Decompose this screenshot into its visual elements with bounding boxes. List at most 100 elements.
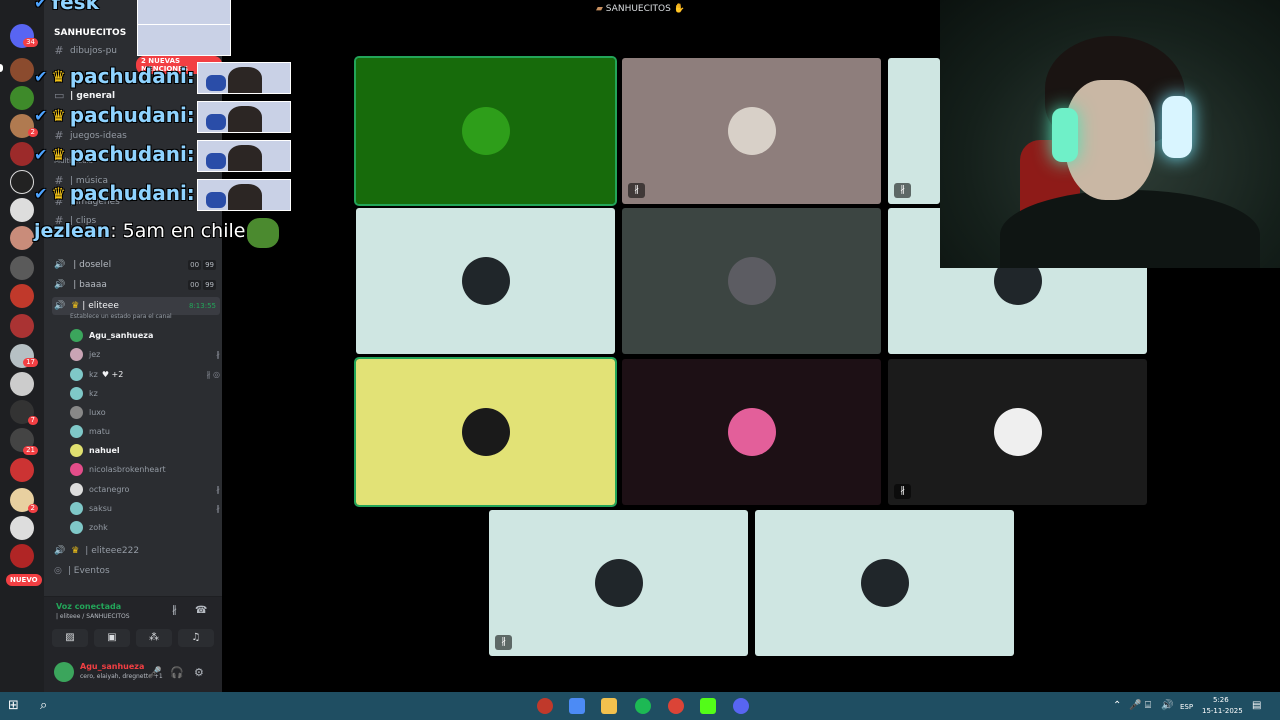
voice-channel-eliteee222[interactable]: 🔊 ♛ | eliteee222	[54, 546, 139, 556]
notification-icon[interactable]: ▤	[1252, 700, 1261, 711]
screen-share-button[interactable]: ▣	[94, 629, 130, 647]
hand-emoji-icon: ✋	[673, 4, 685, 14]
channel-label: | eliteee222	[85, 546, 140, 556]
crown-icon: ♛	[51, 66, 66, 86]
voice-channel-label: | eliteee	[82, 301, 119, 311]
server-icon[interactable]	[10, 516, 34, 540]
verified-check-icon: ✔	[34, 0, 48, 12]
username[interactable]: Agu_sanhueza	[80, 662, 144, 671]
participant-tile[interactable]: ∦	[888, 58, 940, 204]
server-icon[interactable]	[10, 372, 34, 396]
soundboard-button[interactable]: ♫	[178, 629, 214, 647]
hash-icon: #	[54, 44, 64, 57]
search-icon[interactable]: ⌕	[40, 698, 56, 714]
server-icon[interactable]	[10, 284, 34, 308]
settings-gear-icon[interactable]: ⚙	[194, 666, 204, 679]
clock-time[interactable]: 5:26	[1213, 696, 1229, 704]
avatar	[70, 367, 83, 381]
activities-button[interactable]: ⁂	[136, 629, 172, 647]
voice-member[interactable]: kz	[70, 385, 220, 401]
speaker-icon: 🔊	[54, 280, 66, 290]
participant-tile[interactable]: ∦	[888, 359, 1147, 505]
microphone-icon[interactable]: 🎤	[148, 666, 162, 679]
channel-status-prompt[interactable]: Establece un estado para el canal	[70, 313, 172, 320]
participant-tile[interactable]: ∦	[622, 58, 881, 204]
server-icon[interactable]	[10, 86, 34, 110]
discord-icon[interactable]	[733, 698, 749, 714]
server-icon[interactable]	[10, 544, 34, 568]
hash-icon: #	[54, 129, 64, 142]
channel-item[interactable]: ▭ | general	[54, 89, 115, 102]
server-icon[interactable]	[10, 226, 34, 250]
voice-member[interactable]: kz ♥ +2 ∦ ◎	[70, 366, 220, 382]
crown-icon: ♛	[71, 546, 80, 556]
streamer-webcam	[940, 0, 1280, 268]
voice-member[interactable]: saksu ∦	[70, 500, 220, 516]
participant-tile[interactable]	[755, 510, 1014, 656]
events-channel[interactable]: ◎ | Eventos	[54, 566, 110, 576]
participant-tile[interactable]	[356, 208, 615, 354]
channel-item[interactable]: # juegos-ideas	[54, 129, 126, 142]
server-icon[interactable]	[10, 198, 34, 222]
channel-label: dibujos-pu	[70, 45, 117, 56]
participant-tile[interactable]	[622, 208, 881, 354]
avatar[interactable]	[54, 662, 74, 682]
server-icon[interactable]	[10, 314, 34, 338]
voice-member[interactable]: Agu_sanhueza	[70, 327, 220, 343]
badge: 7	[27, 416, 38, 425]
participant-tile[interactable]	[354, 56, 617, 206]
server-icon[interactable]	[10, 58, 34, 82]
windows-start-icon[interactable]: ⊞	[8, 698, 24, 714]
voice-channel-doselel[interactable]: 🔊 | doselel 00 99	[52, 256, 220, 274]
muted-icon: ∦	[628, 183, 645, 198]
clock-date[interactable]: 15-11-2025	[1202, 707, 1243, 715]
chrome-icon[interactable]	[668, 698, 684, 714]
voice-member[interactable]: luxo	[70, 404, 220, 420]
avatar	[70, 347, 83, 361]
overlay-emote	[137, 24, 231, 56]
network-icon[interactable]: ⌸	[1145, 700, 1151, 711]
headphones-icon[interactable]: 🎧	[170, 666, 184, 679]
file-explorer-icon[interactable]	[601, 698, 617, 714]
participant-avatar	[860, 559, 909, 607]
member-name: luxo	[89, 407, 106, 417]
server-icon[interactable]	[10, 142, 34, 166]
language-indicator[interactable]: ESP	[1180, 703, 1193, 711]
participant-tile[interactable]: ∦	[489, 510, 748, 656]
avatar	[70, 424, 83, 438]
stage-icon: ◎	[54, 566, 62, 576]
volume-icon[interactable]: 🔊	[1161, 700, 1173, 711]
microphone-icon[interactable]: 🎤	[1129, 700, 1141, 711]
server-name[interactable]: SANHUECITOS	[54, 28, 126, 38]
member-name: nahuel	[89, 445, 120, 455]
server-icon[interactable]	[10, 458, 34, 482]
obs-icon[interactable]	[537, 698, 553, 714]
voice-channel-baaaa[interactable]: 🔊 | baaaa 00 99	[52, 276, 220, 294]
voice-member[interactable]: matu	[70, 423, 220, 439]
chevron-up-icon[interactable]: ⌃	[1113, 700, 1121, 711]
server-icon[interactable]	[10, 170, 34, 194]
voice-member[interactable]: nicolasbrokenheart	[70, 461, 220, 477]
member-name: kz	[89, 388, 98, 398]
voice-member[interactable]: nahuel	[70, 442, 220, 458]
participant-avatar	[461, 257, 510, 305]
spotify-icon[interactable]	[635, 698, 651, 714]
badge: 21	[23, 446, 38, 455]
voice-member[interactable]: octanegro ∦	[70, 481, 220, 497]
camera-off-button[interactable]: ▨	[52, 629, 88, 647]
server-icon[interactable]	[10, 256, 34, 280]
verified-check-icon: ✔	[34, 144, 48, 164]
voice-member[interactable]: jez ∦	[70, 346, 220, 362]
kick-icon[interactable]	[700, 698, 716, 714]
participant-tile[interactable]	[622, 359, 881, 505]
voice-member[interactable]: zohk	[70, 519, 220, 535]
channel-item[interactable]: # dibujos-pu	[54, 44, 117, 57]
overlay-username: fesk	[51, 0, 99, 14]
new-pill[interactable]: NUEVO	[6, 574, 42, 586]
voice-channel-path[interactable]: | eliteee / SANHUECITOS	[56, 613, 130, 620]
disconnect-icon[interactable]: ☎	[195, 605, 207, 616]
participant-tile[interactable]	[354, 357, 617, 507]
store-icon[interactable]	[569, 698, 585, 714]
crown-icon: ♛	[51, 183, 66, 203]
noise-suppression-icon[interactable]: ∦	[172, 605, 177, 616]
